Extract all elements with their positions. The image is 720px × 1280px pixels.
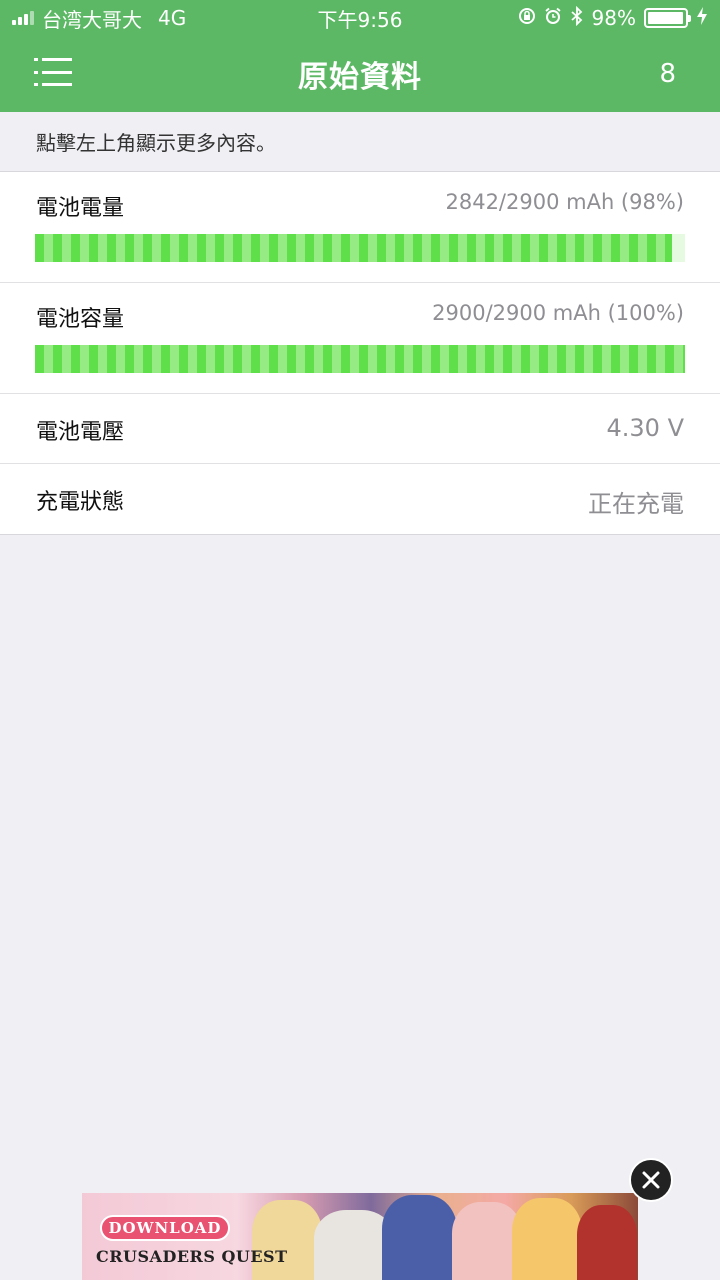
hint-text: 點擊左上角顯示更多內容。: [0, 112, 720, 172]
ad-artwork: [577, 1205, 637, 1280]
menu-icon[interactable]: [34, 58, 74, 86]
bluetooth-icon: [570, 5, 584, 31]
signal-icon: [12, 11, 34, 25]
row-label: 充電狀態: [36, 490, 125, 515]
battery-capacity-progress: [35, 345, 685, 373]
battery-percent: 98%: [591, 6, 636, 30]
charging-status-row: 充電狀態 正在充電: [0, 464, 720, 534]
row-value: 正在充電: [588, 490, 684, 518]
progress-fill: [35, 345, 685, 373]
battery-info-list: 電池電量 2842/2900 mAh (98%) 電池容量 2900/2900 …: [0, 172, 720, 535]
battery-level: [648, 12, 684, 24]
row-value: 2900/2900 mAh (100%): [432, 301, 684, 325]
page-title: 原始資料: [298, 60, 422, 95]
orientation-lock-icon: [518, 7, 536, 30]
carrier-name: 台湾大哥大: [42, 7, 142, 32]
battery-charge-row: 電池電量 2842/2900 mAh (98%): [0, 172, 720, 283]
ad-artwork: [512, 1198, 582, 1280]
battery-voltage-row: 電池電壓 4.30 V: [0, 394, 720, 464]
battery-charge-progress: [35, 234, 685, 262]
row-label: 電池電量: [36, 196, 125, 221]
nav-count-badge[interactable]: 8: [659, 59, 676, 89]
ad-brand-logo: CRUSADERS QUEST: [96, 1247, 288, 1266]
status-bar: 台湾大哥大 4G 下午9:56 98%: [0, 0, 720, 36]
ad-artwork: [252, 1200, 322, 1280]
network-type: 4G: [158, 6, 187, 30]
row-label: 電池容量: [36, 307, 125, 332]
ad-banner[interactable]: DOWNLOAD CRUSADERS QUEST: [82, 1193, 638, 1280]
charging-bolt-icon: [696, 6, 708, 31]
status-left: 台湾大哥大 4G: [12, 4, 186, 33]
nav-bar: 原始資料 8: [0, 36, 720, 112]
ad-download-button[interactable]: DOWNLOAD: [100, 1215, 230, 1241]
row-label: 電池電壓: [36, 420, 125, 445]
progress-fill: [35, 234, 672, 262]
close-icon[interactable]: [629, 1158, 673, 1202]
status-right: 98%: [518, 5, 708, 31]
row-value: 4.30 V: [606, 414, 684, 442]
battery-capacity-row: 電池容量 2900/2900 mAh (100%): [0, 283, 720, 394]
alarm-icon: [544, 7, 562, 30]
ad-artwork: [382, 1195, 457, 1280]
battery-icon: [644, 8, 691, 28]
row-value: 2842/2900 mAh (98%): [445, 190, 684, 214]
